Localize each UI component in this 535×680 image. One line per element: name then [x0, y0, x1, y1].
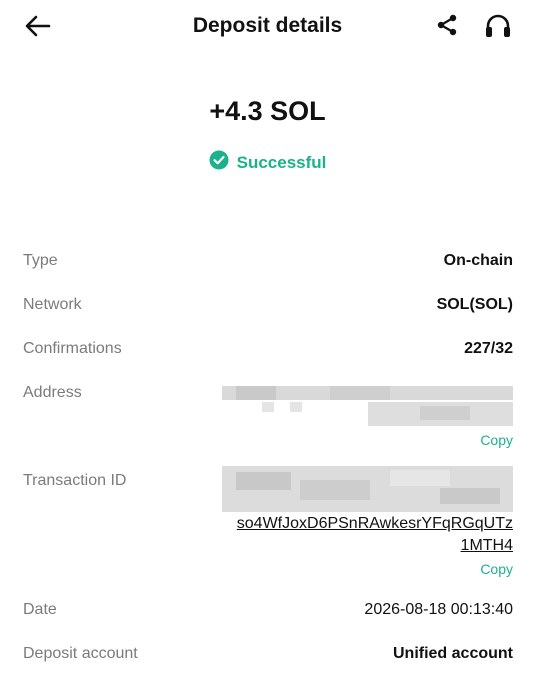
date-value: 2026-08-18 00:13:40: [364, 601, 513, 618]
support-button[interactable]: [482, 12, 514, 44]
header-bar: Deposit details: [0, 0, 535, 56]
confirmations-value: 227/32: [464, 340, 513, 357]
address-copy-button[interactable]: Copy: [480, 432, 513, 448]
share-icon: [435, 13, 459, 42]
type-value: On-chain: [443, 252, 513, 269]
headset-icon: [484, 13, 512, 44]
txid-value[interactable]: so4WfJoxD6PSnRAwkesrYFqRGqUTz 1MTH4: [213, 513, 513, 557]
txid-line-1: so4WfJoxD6PSnRAwkesrYFqRGqUTz: [236, 515, 513, 532]
status-row: Successful: [0, 150, 535, 175]
address-label: Address: [23, 384, 82, 401]
confirmations-label: Confirmations: [23, 340, 122, 357]
network-value: SOL(SOL): [436, 296, 513, 313]
network-label: Network: [23, 296, 82, 313]
txid-copy-button[interactable]: Copy: [480, 561, 513, 577]
deposit-account-label: Deposit account: [23, 645, 138, 662]
txid-line-2: 1MTH4: [460, 537, 513, 554]
date-label: Date: [23, 601, 57, 618]
share-button[interactable]: [432, 12, 462, 42]
check-circle-icon: [209, 150, 229, 175]
status-label: Successful: [236, 152, 327, 172]
type-label: Type: [23, 252, 58, 269]
deposit-amount: +4.3 SOL: [209, 96, 326, 126]
txid-label: Transaction ID: [23, 472, 127, 489]
deposit-account-value: Unified account: [392, 645, 513, 662]
